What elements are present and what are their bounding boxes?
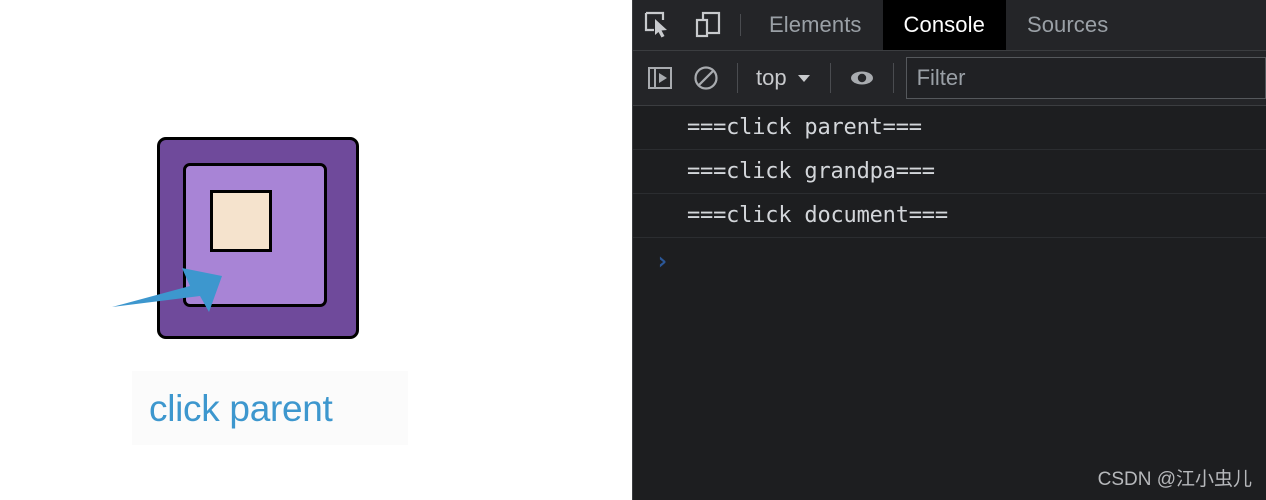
- console-prompt-row[interactable]: ›: [633, 238, 1266, 284]
- clear-console-icon[interactable]: [683, 55, 729, 101]
- devtools-tab-bar: Elements Console Sources: [633, 0, 1266, 51]
- console-toolbar: top: [633, 51, 1266, 106]
- console-message-row[interactable]: ===click parent===: [633, 106, 1266, 150]
- console-message-row[interactable]: ===click grandpa===: [633, 150, 1266, 194]
- click-parent-message-box: click parent: [132, 371, 408, 445]
- watermark-label: CSDN @江小虫儿: [1097, 469, 1252, 490]
- console-context-selector[interactable]: top: [746, 65, 822, 91]
- grandpa-box[interactable]: [157, 137, 359, 339]
- devtools-panel: Elements Console Sources top Filter ===c…: [632, 0, 1266, 500]
- tab-sources[interactable]: Sources: [1006, 0, 1129, 50]
- console-prompt-chevron-icon: ›: [655, 247, 670, 275]
- console-output-area: ===click parent=== ===click grandpa=== =…: [633, 106, 1266, 500]
- chevron-down-icon: [797, 75, 810, 82]
- web-page-pane: click parent: [0, 0, 632, 500]
- console-message-row[interactable]: ===click document===: [633, 194, 1266, 238]
- tab-console[interactable]: Console: [882, 0, 1006, 50]
- parent-box[interactable]: [183, 163, 327, 307]
- console-toolbar-divider-2: [829, 63, 831, 93]
- tab-elements[interactable]: Elements: [748, 0, 883, 50]
- console-context-label: top: [756, 65, 787, 90]
- console-sidebar-toggle-icon[interactable]: [637, 55, 683, 101]
- console-toolbar-divider-1: [737, 63, 738, 93]
- console-toolbar-divider-3: [892, 63, 894, 93]
- screenshot-root: click parent Elements Console Sources to…: [0, 0, 1266, 500]
- inspect-element-icon[interactable]: [633, 0, 683, 50]
- click-parent-label: click parent: [149, 387, 333, 429]
- child-box[interactable]: [210, 190, 272, 252]
- tab-bar-divider: [740, 14, 741, 36]
- device-toolbar-icon[interactable]: [683, 0, 733, 50]
- console-filter-input[interactable]: [905, 57, 1266, 99]
- live-expression-eye-icon[interactable]: [839, 55, 885, 101]
